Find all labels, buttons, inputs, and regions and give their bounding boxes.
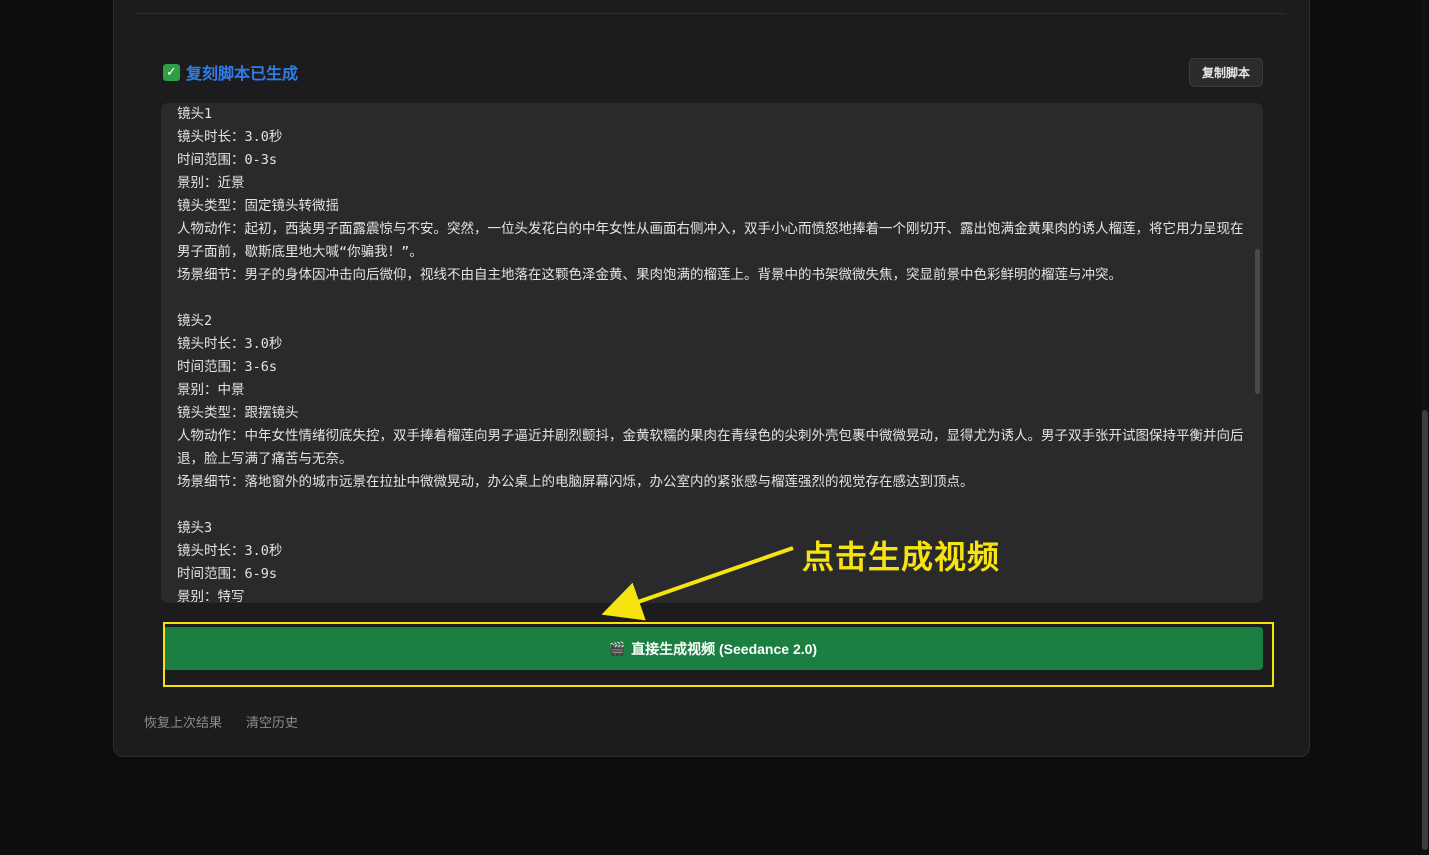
check-icon: ✓ — [163, 63, 180, 81]
annotation-label: 点击生成视频 — [802, 538, 1001, 576]
history-links: 恢复上次结果 清空历史 — [144, 712, 322, 731]
script-line — [177, 287, 1247, 310]
script-scrollbar-thumb[interactable] — [1255, 249, 1260, 394]
divider — [136, 13, 1286, 14]
page: ✓ 复刻脚本已生成 复制脚本 镜头1 镜头时长：3.0秒 时间范围：0-3s 景别：近… — [0, 0, 1429, 855]
page-scrollbar[interactable] — [1421, 0, 1429, 855]
restore-last-result-link[interactable]: 恢复上次结果 — [144, 712, 222, 731]
script-line: 镜头2 — [177, 313, 213, 329]
script-line: 时间范围：3-6s — [177, 359, 278, 375]
script-line: 镜头类型：跟摆镜头 — [177, 405, 299, 421]
script-line: 时间范围：0-3s — [177, 152, 278, 168]
script-line: 景别：特写 — [177, 589, 245, 603]
script-line: 人物动作：中年女性情绪彻底失控，双手捧着榴莲向男子逼近并剧烈颤抖，金黄软糯的果肉… — [177, 428, 1244, 467]
script-scrollbar[interactable] — [1255, 103, 1261, 603]
script-line: 镜头1 — [177, 106, 213, 122]
script-line: 镜头时长：3.0秒 — [177, 543, 283, 559]
script-line: 景别：近景 — [177, 175, 245, 191]
status-header: ✓ 复刻脚本已生成 — [163, 61, 298, 83]
script-textarea[interactable]: 镜头1 镜头时长：3.0秒 时间范围：0-3s 景别：近景镜头类型：固定镜头转微摇人物… — [161, 103, 1263, 603]
status-title: 复刻脚本已生成 — [186, 64, 299, 83]
page-scrollbar-thumb[interactable] — [1422, 410, 1428, 850]
script-line: 场景细节：落地窗外的城市远景在拉扯中微微晃动，办公桌上的电脑屏幕闪烁，办公室内的… — [177, 474, 974, 490]
script-line: 镜头时长：3.0秒 — [177, 336, 283, 352]
script-line: 时间范围：6-9s — [177, 566, 278, 582]
script-line: 镜头时长：3.0秒 — [177, 129, 283, 145]
script-text: 镜头1 镜头时长：3.0秒 时间范围：0-3s 景别：近景镜头类型：固定镜头转微摇人物… — [177, 103, 1247, 603]
script-line: 人物动作：起初，西装男子面露震惊与不安。突然，一位头发花白的中年女性从画面右侧冲… — [177, 221, 1244, 260]
script-line: 场景细节：男子的身体因冲击向后微仰，视线不由自主地落在这颗色泽金黄、果肉饱满的榴… — [177, 267, 1122, 283]
copy-script-button[interactable]: 复制脚本 — [1189, 58, 1263, 87]
script-line: 镜头3 — [177, 520, 213, 536]
clear-history-link[interactable]: 清空历史 — [246, 712, 298, 731]
annotation-highlight-box — [163, 622, 1274, 687]
script-line — [177, 494, 1247, 517]
script-line: 景别：中景 — [177, 382, 245, 398]
script-line: 镜头类型：固定镜头转微摇 — [177, 198, 339, 214]
